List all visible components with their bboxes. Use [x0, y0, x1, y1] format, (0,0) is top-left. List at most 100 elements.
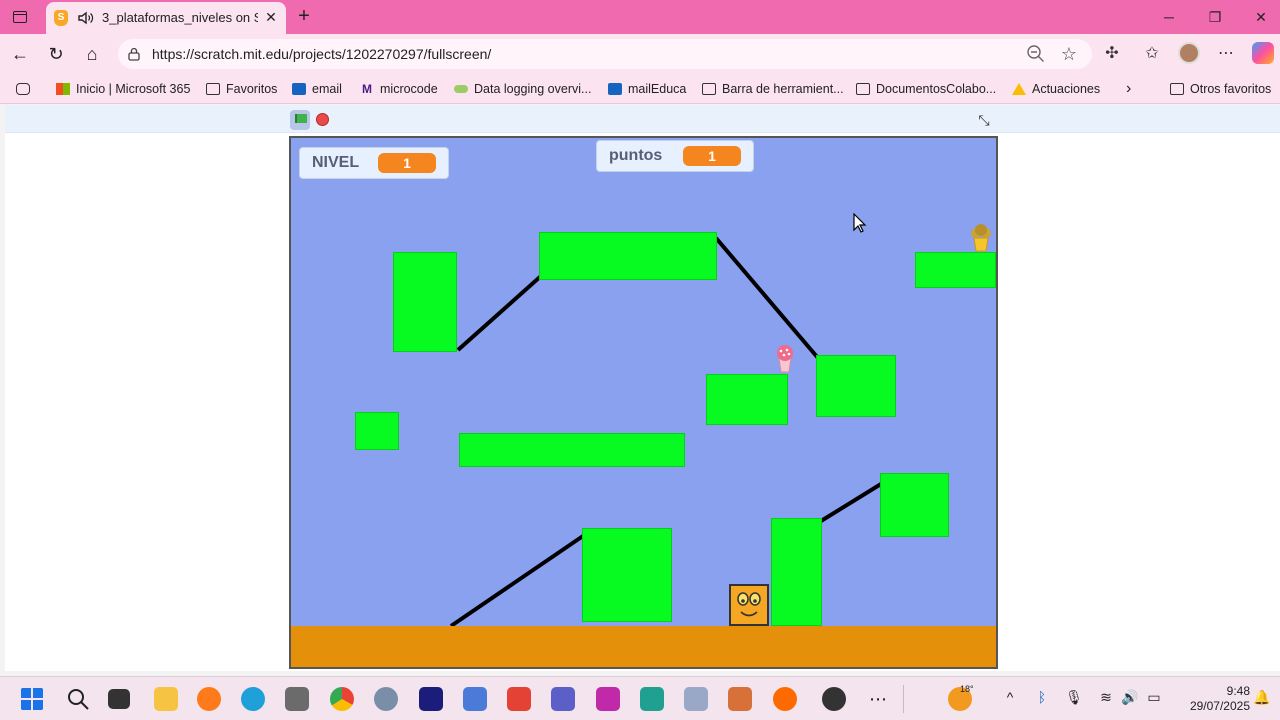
scratch-s-icon: S [54, 10, 68, 26]
platform [771, 518, 822, 626]
favorite-star-icon[interactable]: ☆ [1058, 43, 1080, 65]
scratch-stage[interactable]: NIVEL 1 puntos 1 [289, 136, 998, 669]
browser-toolbar: ← ↻ ⌂ https://scratch.mit.edu/projects/1… [0, 34, 1280, 74]
window-close-icon[interactable]: ✕ [1244, 5, 1278, 29]
folder-icon [702, 83, 716, 95]
microphone-icon[interactable]: 🎙 [1064, 689, 1084, 709]
new-tab-icon[interactable]: + [292, 5, 316, 29]
settings-gear-icon[interactable] [374, 687, 398, 711]
favorites-icon[interactable]: ✩ [1140, 42, 1164, 66]
audition-icon[interactable] [419, 687, 443, 711]
drive-icon [1012, 83, 1026, 95]
restore-icon[interactable]: ❐ [1198, 5, 1232, 29]
bookmark-email[interactable]: email [292, 80, 342, 98]
minimize-icon[interactable]: ─ [1152, 5, 1186, 29]
obs-icon[interactable] [822, 687, 846, 711]
firefox-icon[interactable] [197, 687, 221, 711]
url-text[interactable]: https://scratch.mit.edu/projects/1202270… [152, 46, 491, 62]
notifications-icon[interactable]: 🔔 [1252, 689, 1272, 709]
platform [459, 433, 685, 467]
slope-line [714, 236, 820, 360]
tab-close-icon[interactable]: ✕ [262, 8, 280, 26]
clock[interactable]: 9:48 29/07/2025 [1170, 684, 1250, 714]
bookmark-otros-favoritos[interactable]: Otros favoritos [1170, 80, 1271, 98]
chevron-right-icon[interactable]: › [1126, 80, 1131, 98]
nivel-monitor[interactable]: NIVEL 1 [299, 147, 449, 179]
slope-line [819, 482, 883, 523]
folder-icon [1170, 83, 1184, 95]
wifi-icon[interactable]: ≋ [1096, 689, 1116, 709]
publisher-icon[interactable] [507, 687, 531, 711]
bookmark-microsoft365[interactable]: Inicio | Microsoft 365 [56, 80, 190, 98]
windows-start-icon[interactable] [20, 687, 44, 711]
mail-icon [608, 83, 622, 95]
tab-title: 3_plataformas_niveles on Scratch [102, 10, 258, 25]
bluetooth-icon[interactable]: ᛒ [1032, 689, 1052, 709]
time: 9:48 [1226, 684, 1250, 698]
profile-avatar[interactable] [1178, 42, 1200, 64]
chrome-icon[interactable] [330, 687, 354, 711]
folder-icon [206, 83, 220, 95]
file-explorer-icon[interactable] [154, 687, 178, 711]
microcode-icon: M [362, 82, 372, 96]
zoom-out-icon[interactable] [1026, 44, 1046, 64]
bookmark-documentos[interactable]: DocumentosColabo... [856, 80, 996, 98]
exit-fullscreen-icon[interactable]: ⤡ [974, 110, 994, 130]
stop-button[interactable] [316, 113, 329, 126]
green-flag-icon [295, 114, 307, 123]
speaker-icon[interactable] [76, 9, 94, 27]
bookmark-maileduca[interactable]: mailEduca [608, 80, 686, 98]
browser-tab-active[interactable]: S 3_plataformas_niveles on Scratch ✕ [46, 2, 286, 34]
chevron-up-icon[interactable]: ^ [1000, 689, 1020, 709]
bookmarks-bar: Inicio | Microsoft 365 Favoritos email M… [0, 74, 1280, 104]
copilot-icon[interactable] [1252, 42, 1274, 64]
arduino-icon[interactable] [640, 687, 664, 711]
temperature: 18° [960, 684, 974, 694]
puntos-label: puntos [609, 147, 663, 164]
pink-cupcake-icon [777, 345, 793, 373]
teams-icon[interactable] [551, 687, 575, 711]
app-icon[interactable] [684, 687, 708, 711]
puntos-monitor[interactable]: puntos 1 [596, 140, 754, 172]
site-info-icon[interactable] [126, 46, 142, 62]
more-apps-icon[interactable]: ⋯ [866, 689, 890, 709]
platform [539, 232, 717, 280]
mail-icon [292, 83, 306, 95]
bookmark-actuaciones[interactable]: Actuaciones [1012, 80, 1100, 98]
extensions-icon[interactable]: ✣ [1100, 42, 1124, 66]
app-icon[interactable] [728, 687, 752, 711]
home-icon[interactable]: ⌂ [80, 42, 104, 66]
gimp-icon[interactable] [285, 687, 309, 711]
bookmark-barra-herramientas[interactable]: Barra de herramient... [702, 80, 844, 98]
search-icon[interactable] [66, 687, 90, 711]
platform [706, 374, 788, 425]
volume-icon[interactable]: 🔊 [1120, 689, 1140, 709]
nivel-label: NIVEL [312, 154, 360, 171]
tab-actions-icon[interactable] [8, 6, 32, 28]
task-view-icon[interactable] [108, 689, 130, 709]
bookmark-favoritos[interactable]: Favoritos [206, 80, 277, 98]
platform [880, 473, 949, 537]
platform [816, 355, 896, 417]
nivel-value: 1 [378, 153, 436, 173]
reload-icon[interactable]: ↻ [44, 42, 68, 66]
scratch-stage-header [5, 105, 1280, 133]
green-flag-button[interactable] [290, 110, 310, 130]
folder-icon [856, 83, 870, 95]
address-bar[interactable]: https://scratch.mit.edu/projects/1202270… [118, 39, 1092, 69]
player-character [729, 584, 769, 626]
stream-icon[interactable] [463, 687, 487, 711]
more-options-icon[interactable]: ⋯ [1214, 42, 1238, 66]
edge-icon[interactable] [241, 687, 265, 711]
bookmark-microcode[interactable]: Mmicrocode [362, 80, 438, 98]
platform [393, 252, 457, 352]
platform [915, 252, 996, 288]
app-icon[interactable] [773, 687, 797, 711]
mouse-cursor-icon [853, 213, 867, 233]
back-arrow-icon[interactable]: ← [8, 42, 32, 66]
windows-taskbar: ⋯ 18° ^ ᛒ 🎙 ≋ 🔊 ▭ 9:48 29/07/2025 🔔 [0, 676, 1280, 720]
battery-icon[interactable]: ▭ [1144, 689, 1164, 709]
reading-view-icon[interactable] [16, 80, 36, 98]
app-icon[interactable] [596, 687, 620, 711]
bookmark-data-logging[interactable]: Data logging overvi... [454, 80, 591, 98]
